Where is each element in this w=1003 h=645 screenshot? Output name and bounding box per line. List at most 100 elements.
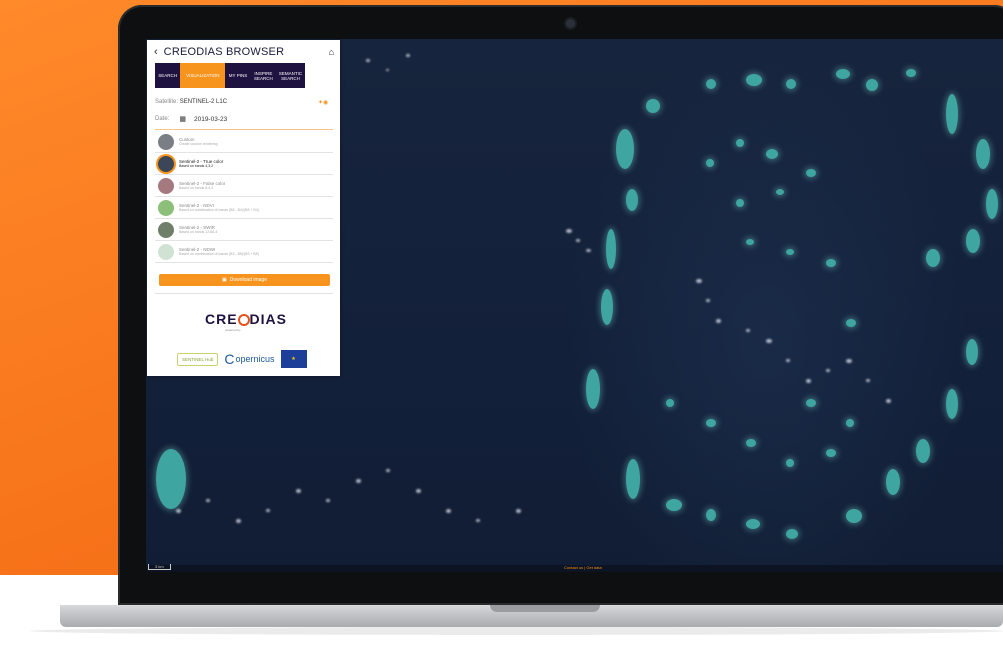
satellite-label: Satellite:	[155, 99, 179, 105]
layer-list: Custom Create custom rendering Sentinel-2 …	[155, 131, 333, 263]
cloud-speck	[416, 489, 421, 493]
layer-item[interactable]: Sentinel-2 - True color Based on bands 4,…	[155, 153, 333, 175]
download-label: Download image	[229, 277, 267, 283]
reef-shape	[746, 239, 754, 245]
laptop-notch	[490, 605, 600, 612]
reef-shape	[746, 439, 756, 447]
sentinel-hub-logo: SENTINEL Hub	[177, 352, 219, 366]
browser-side-panel: ‹ CREODIAS BROWSER ⌂ SEARCH VISUALIZATIO…	[147, 40, 340, 376]
date-row: Date: ▦ 2019-03-23	[155, 115, 227, 124]
layer-item[interactable]: Custom Create custom rendering	[155, 131, 333, 153]
tab-inspire-search[interactable]: INSPIRE SEARCH	[250, 63, 277, 88]
cloud-speck	[266, 509, 270, 512]
layer-item[interactable]: Sentinel-2 - NDWI Based on combination of…	[155, 241, 333, 263]
home-icon[interactable]: ⌂	[329, 47, 334, 57]
layer-thumbnail	[158, 133, 174, 150]
chevron-left-icon[interactable]: ‹	[154, 46, 158, 58]
reef-shape	[836, 69, 850, 79]
reef-shape	[966, 229, 980, 253]
reef-shape	[706, 509, 716, 521]
reef-shape	[706, 159, 714, 167]
cloud-speck	[236, 519, 241, 523]
layer-thumbnail	[158, 221, 174, 238]
reef-shape	[886, 469, 900, 495]
cloud-speck	[326, 499, 330, 502]
layer-description: Based on combination of bands (B3 - B8)/…	[179, 252, 259, 256]
reef-shape	[946, 389, 958, 419]
cloud-speck	[386, 69, 389, 71]
cloud-speck	[566, 229, 572, 233]
layer-item[interactable]: Sentinel-2 - SWIR Based on bands 12,8A,4	[155, 219, 333, 241]
cloud-speck	[176, 509, 181, 513]
reef-shape	[706, 419, 716, 427]
reef-shape	[606, 229, 616, 269]
cloud-speck	[886, 399, 891, 403]
pin-eye-icons[interactable]: ✦◉	[318, 99, 328, 106]
layer-description: Create custom rendering	[179, 142, 218, 146]
reef-shape	[916, 439, 930, 463]
cloud-speck	[366, 59, 370, 62]
cloud-speck	[206, 499, 210, 502]
reef-shape	[626, 189, 638, 211]
reef-shape	[746, 519, 760, 529]
laptop-shadow	[30, 627, 1003, 635]
panel-header: ‹ CREODIAS BROWSER ⌂	[154, 45, 334, 59]
satellite-row: Satellite: SENTINEL-2 L1C	[155, 99, 227, 105]
reef-shape	[666, 399, 674, 407]
layer-thumbnail	[158, 177, 174, 194]
tab-semantic-search[interactable]: SEMANTIC SEARCH	[276, 63, 306, 88]
cloud-speck	[746, 329, 750, 332]
cloud-speck	[356, 479, 361, 483]
reef-shape	[586, 369, 600, 409]
reef-shape	[646, 99, 660, 113]
reef-shape	[156, 449, 186, 509]
reef-shape	[826, 259, 836, 267]
divider	[155, 293, 333, 294]
reef-shape	[746, 74, 762, 86]
reef-shape	[706, 79, 716, 89]
cloud-speck	[826, 369, 830, 372]
satellite-value[interactable]: SENTINEL-2 L1C	[180, 99, 227, 105]
tab-my-pins[interactable]: MY PINS	[225, 63, 251, 88]
calendar-icon[interactable]: ▦	[179, 115, 186, 123]
reef-shape	[786, 459, 794, 467]
map-scale: 3 km	[148, 564, 171, 570]
cloud-speck	[766, 339, 772, 343]
reef-shape	[766, 149, 778, 159]
eye-icon[interactable]: ◉	[323, 100, 328, 106]
cloud-speck	[786, 359, 790, 362]
cloud-speck	[806, 379, 811, 383]
layer-item[interactable]: Sentinel-2 - NDVI Based on combination of…	[155, 197, 333, 219]
tab-visualization[interactable]: VISUALIZATION	[180, 63, 226, 88]
reef-shape	[906, 69, 916, 77]
reef-shape	[626, 459, 640, 499]
eu-flag-icon: ★	[280, 350, 307, 368]
reef-shape	[736, 199, 744, 207]
cloud-speck	[706, 299, 710, 302]
date-label: Date:	[155, 116, 170, 122]
logo-subtitle: powered by	[225, 328, 241, 332]
layer-item[interactable]: Sentinel-2 - False color Based on bands 8…	[155, 175, 333, 197]
camera-icon	[566, 19, 575, 28]
cloud-speck	[846, 359, 852, 363]
layer-description: Based on combination of bands (B8 - B4)/…	[179, 208, 259, 212]
cloud-speck	[386, 469, 390, 472]
reef-shape	[976, 139, 990, 169]
laptop-screen: 3 km Contact us | Get data ‹ CREODIAS BR…	[146, 39, 1003, 572]
image-icon: ▣	[222, 277, 227, 283]
download-image-button[interactable]: ▣ Download image	[159, 274, 330, 286]
reef-shape	[786, 79, 796, 89]
footer-links[interactable]: Contact us | Get data	[564, 565, 602, 570]
reef-shape	[846, 319, 856, 327]
tab-search[interactable]: SEARCH	[155, 63, 181, 88]
reef-shape	[846, 509, 862, 523]
cloud-speck	[296, 489, 301, 493]
layer-thumbnail	[158, 199, 174, 216]
reef-shape	[946, 94, 958, 134]
reef-shape	[806, 169, 816, 177]
date-divider	[155, 129, 333, 130]
date-value[interactable]: 2019-03-23	[194, 116, 227, 123]
cloud-speck	[716, 319, 721, 323]
reef-shape	[786, 529, 798, 539]
reef-shape	[616, 129, 634, 169]
